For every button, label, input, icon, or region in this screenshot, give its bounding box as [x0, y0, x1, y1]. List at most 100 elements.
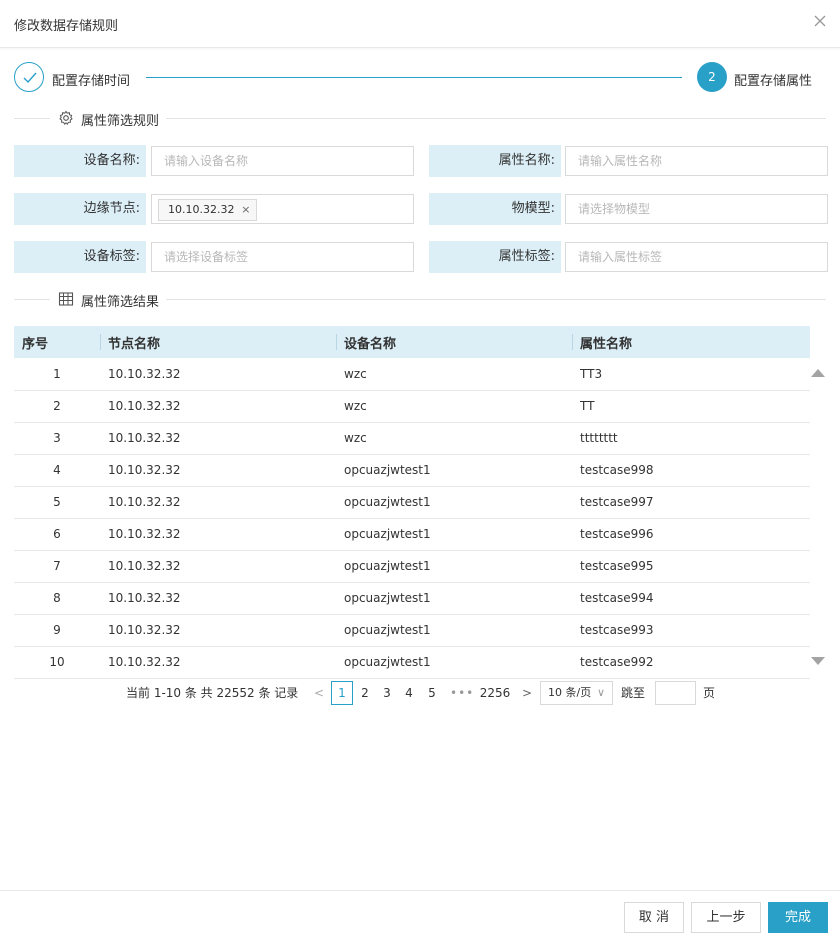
tag-close-icon[interactable]: ×	[241, 200, 250, 220]
cell-device-name: opcuazjwtest1	[336, 646, 572, 679]
page-button-1[interactable]: 1	[331, 681, 353, 705]
table-row[interactable]: 8 10.10.32.32 opcuazjwtest1 testcase994	[14, 582, 810, 615]
page-button-5[interactable]: 5	[421, 681, 443, 705]
edge-node-select[interactable]: 10.10.32.32 ×	[151, 194, 414, 224]
scroll-down-arrow[interactable]	[811, 657, 825, 665]
cell-node-name: 10.10.32.32	[100, 454, 336, 487]
close-icon[interactable]	[812, 13, 828, 29]
cell-node-name: 10.10.32.32	[100, 646, 336, 679]
previous-step-button[interactable]: 上一步	[691, 902, 761, 933]
cell-node-name: 10.10.32.32	[100, 390, 336, 423]
cell-index: 2	[14, 390, 100, 423]
page-size-value: 10 条/页	[548, 686, 592, 699]
dialog-title: 修改数据存储规则	[14, 19, 119, 34]
table-row[interactable]: 6 10.10.32.32 opcuazjwtest1 testcase996	[14, 518, 810, 551]
column-header-device-name[interactable]: 设备名称	[336, 326, 572, 358]
cell-device-name: opcuazjwtest1	[336, 550, 572, 583]
form-row-3: 设备标签: 属性标签:	[14, 241, 828, 273]
edge-node-label: 边缘节点:	[14, 193, 146, 225]
table-row[interactable]: 7 10.10.32.32 opcuazjwtest1 testcase995	[14, 550, 810, 583]
table-row[interactable]: 1 10.10.32.32 wzc TT3	[14, 358, 810, 391]
cell-property-name: testcase998	[572, 454, 810, 487]
chevron-down-icon: ∨	[596, 686, 605, 699]
thing-model-label: 物模型:	[429, 193, 561, 225]
prev-page-button[interactable]: <	[314, 681, 324, 705]
next-page-button[interactable]: >	[522, 681, 532, 705]
device-name-label: 设备名称:	[14, 145, 146, 177]
table-row[interactable]: 3 10.10.32.32 wzc tttttttt	[14, 422, 810, 455]
cell-node-name: 10.10.32.32	[100, 582, 336, 615]
table-row[interactable]: 5 10.10.32.32 opcuazjwtest1 testcase997	[14, 486, 810, 519]
scroll-up-arrow[interactable]	[811, 369, 825, 377]
filter-section-title: 属性筛选规则	[81, 114, 160, 129]
cell-device-name: opcuazjwtest1	[336, 582, 572, 615]
dialog-footer: 取 消 上一步 完成	[0, 890, 840, 938]
cell-property-name: testcase994	[572, 582, 810, 615]
result-section-title: 属性筛选结果	[81, 295, 160, 310]
table-row[interactable]: 9 10.10.32.32 opcuazjwtest1 testcase993	[14, 614, 810, 647]
cell-node-name: 10.10.32.32	[100, 518, 336, 551]
cell-index: 1	[14, 358, 100, 391]
cell-property-name: tttttttt	[572, 422, 810, 455]
step-1-label: 配置存储时间	[52, 74, 131, 89]
cell-index: 9	[14, 614, 100, 647]
check-icon	[23, 72, 37, 84]
form-row-2: 边缘节点: 10.10.32.32 × 物模型:	[14, 193, 828, 225]
divider	[166, 118, 826, 119]
step-1-circle	[14, 62, 44, 92]
column-header-property-name[interactable]: 属性名称	[572, 326, 810, 358]
page-button-last[interactable]: 2256	[478, 681, 512, 705]
step-connector	[146, 77, 682, 78]
cell-index: 4	[14, 454, 100, 487]
cell-property-name: testcase993	[572, 614, 810, 647]
steps-bar: 配置存储时间 2 配置存储属性	[14, 62, 826, 94]
cell-device-name: wzc	[336, 358, 572, 391]
step-2-circle: 2	[697, 62, 727, 92]
cell-property-name: testcase997	[572, 486, 810, 519]
property-tag-input[interactable]	[565, 242, 828, 272]
device-tag-select[interactable]	[151, 242, 414, 272]
property-name-label: 属性名称:	[429, 145, 561, 177]
cell-property-name: testcase996	[572, 518, 810, 551]
done-button[interactable]: 完成	[768, 902, 828, 933]
cell-property-name: TT	[572, 390, 810, 423]
filter-section-header: 属性筛选规则	[14, 108, 826, 129]
step-2-label: 配置存储属性	[734, 74, 813, 89]
cell-node-name: 10.10.32.32	[100, 422, 336, 455]
column-header-node-name[interactable]: 节点名称	[100, 326, 336, 358]
gear-icon	[59, 110, 73, 126]
pagination: 当前 1-10 条 共 22552 条 记录 < 1 2 3 4 5 ••• 2…	[0, 681, 840, 705]
page-button-2[interactable]: 2	[354, 681, 376, 705]
table-row[interactable]: 4 10.10.32.32 opcuazjwtest1 testcase998	[14, 454, 810, 487]
property-tag-label: 属性标签:	[429, 241, 561, 273]
cell-index: 5	[14, 486, 100, 519]
result-table: 序号 节点名称 设备名称 属性名称 1 10.10.32.32 wzc TT3 2 10.…	[14, 326, 810, 679]
device-name-input[interactable]	[151, 146, 414, 176]
cell-property-name: testcase992	[572, 646, 810, 679]
cell-index: 6	[14, 518, 100, 551]
thing-model-select[interactable]	[565, 194, 828, 224]
table-header-row: 序号 节点名称 设备名称 属性名称	[14, 326, 810, 358]
cell-device-name: opcuazjwtest1	[336, 518, 572, 551]
table-row[interactable]: 10 10.10.32.32 opcuazjwtest1 testcase992	[14, 646, 810, 679]
jump-page-input[interactable]	[655, 681, 696, 705]
column-header-index[interactable]: 序号	[14, 326, 100, 358]
cell-device-name: wzc	[336, 422, 572, 455]
cell-node-name: 10.10.32.32	[100, 550, 336, 583]
pagination-total: 当前 1-10 条 共 22552 条 记录	[126, 686, 299, 700]
page-ellipsis[interactable]: •••	[450, 681, 474, 705]
edge-node-tag: 10.10.32.32 ×	[158, 199, 258, 221]
property-name-input[interactable]	[565, 146, 828, 176]
cancel-button[interactable]: 取 消	[624, 902, 684, 933]
edge-node-tag-text: 10.10.32.32	[168, 203, 235, 216]
cell-index: 7	[14, 550, 100, 583]
page-suffix: 页	[703, 686, 716, 700]
table-row[interactable]: 2 10.10.32.32 wzc TT	[14, 390, 810, 423]
jump-label: 跳至	[621, 686, 646, 700]
cell-device-name: opcuazjwtest1	[336, 454, 572, 487]
divider	[166, 299, 826, 300]
page-button-3[interactable]: 3	[376, 681, 398, 705]
page-size-select[interactable]: 10 条/页 ∨	[540, 681, 613, 705]
page-button-4[interactable]: 4	[398, 681, 420, 705]
cell-index: 3	[14, 422, 100, 455]
